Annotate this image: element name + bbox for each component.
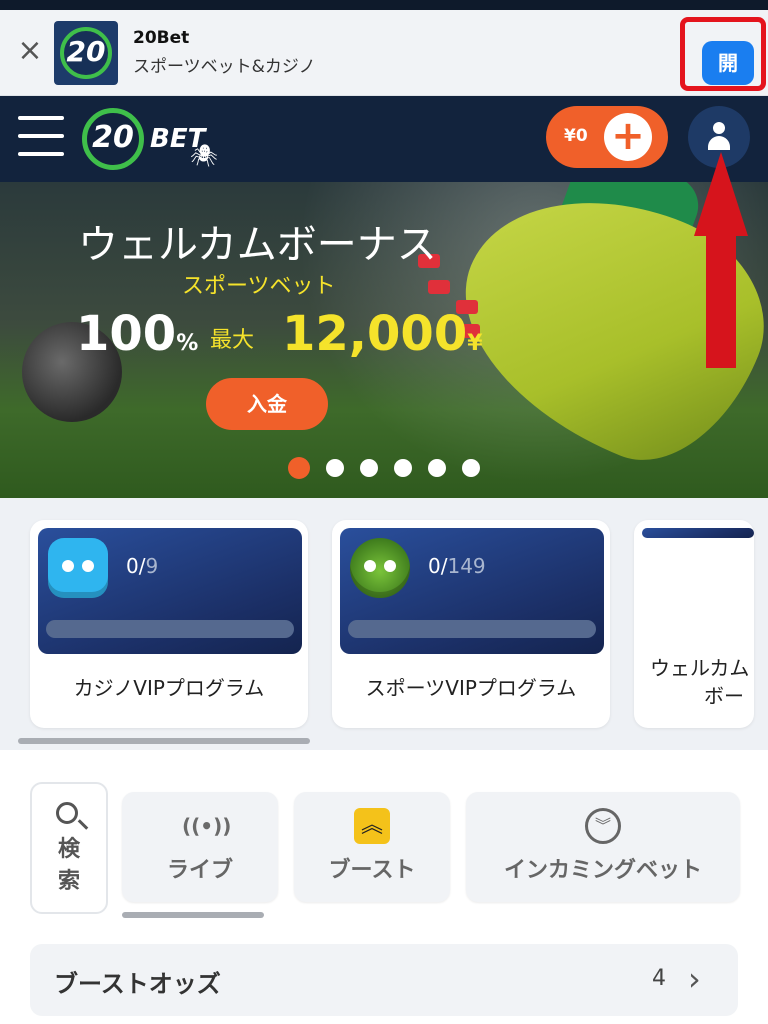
carousel-dot[interactable]	[462, 459, 480, 477]
max-label: 最大	[210, 328, 255, 353]
vip-programs-carousel: 0/9 カジノVIPプログラム 0/149 スポーツVIPプログラム ウェルカム…	[0, 498, 768, 750]
carousel-dot[interactable]	[360, 459, 378, 477]
boosted-odds-count: 4	[652, 966, 666, 991]
search-label: 検 索	[32, 834, 106, 898]
boosted-odds-row[interactable]: ブーストオッズ 4 ›	[30, 944, 738, 1016]
open-button-highlight	[680, 17, 766, 91]
bonus-percent: 100%	[76, 306, 198, 362]
carousel-dot[interactable]	[428, 459, 446, 477]
boosted-odds-title: ブーストオッズ	[54, 970, 221, 998]
hamburger-menu-icon[interactable]	[18, 116, 64, 158]
close-icon[interactable]: ×	[14, 35, 46, 67]
red-arrow-head	[694, 152, 748, 236]
vip-progress-done: 0	[126, 554, 139, 578]
app-install-banner: × 20 20Bet スポーツベット&カジノ 開	[0, 10, 768, 96]
hero-subtitle: スポーツベット	[182, 274, 336, 299]
balance-amount: ¥0	[564, 126, 588, 146]
incoming-chevron-icon: ︾	[585, 808, 621, 844]
vip-progress-bar	[46, 620, 294, 638]
vip-progress-total: 149	[447, 554, 486, 578]
user-icon-head	[713, 122, 725, 134]
tab-live[interactable]: ((•)) ライブ	[122, 792, 278, 902]
tab-scroll-indicator	[122, 912, 264, 918]
search-label-line2: 索	[57, 869, 80, 894]
bonus-amount-value: 12,000	[282, 306, 468, 362]
app-icon-text: 20	[66, 35, 106, 68]
vip-progress-total: 9	[145, 554, 159, 578]
status-strip	[0, 0, 768, 10]
red-arrow-shaft	[706, 232, 736, 368]
boot-stud	[428, 280, 450, 294]
welcome-bonus-card-label: ウェルカム ボー	[650, 654, 768, 710]
robot-mascot-icon	[48, 538, 108, 598]
vip-card-panel	[642, 528, 754, 538]
carousel-dot[interactable]	[288, 457, 310, 479]
vip-progress: 0/149	[428, 554, 486, 578]
tab-label: インカミングベット	[503, 858, 702, 883]
frog-mascot-icon	[350, 538, 410, 598]
vip-card-label: カジノVIPプログラム	[73, 676, 265, 700]
bonus-amount: 12,000¥	[282, 306, 483, 362]
live-signal-icon: ((•))	[182, 814, 232, 838]
vip-card-panel: 0/9	[38, 528, 302, 654]
vip-card-panel: 0/149	[340, 528, 604, 654]
site-logo[interactable]: 20 BET 🕷	[82, 104, 222, 174]
bonus-percent-value: 100	[76, 306, 177, 362]
banner-app-title: 20Bet	[133, 28, 190, 48]
welcome-bonus-card[interactable]: ウェルカム ボー	[634, 520, 754, 728]
search-label-line1: 検	[57, 837, 80, 862]
boost-chevrons-icon: ︽	[354, 808, 390, 844]
sports-content: 検 索 ((•)) ライブ ︽ ブースト ︾ インカミングベット ブーストオッズ…	[0, 750, 768, 1024]
vip-card-label: スポーツVIPプログラム	[365, 676, 577, 700]
welcome-label-line2: ボー	[704, 684, 744, 708]
user-icon-body	[708, 136, 730, 150]
vip-progress-done: 0	[428, 554, 441, 578]
carousel-dot[interactable]	[394, 459, 412, 477]
tab-boost[interactable]: ︽ ブースト	[294, 792, 450, 902]
welcome-bonus-banner[interactable]: ウェルカムボーナス スポーツベット 100% 最大 12,000¥ 入金	[0, 182, 768, 498]
hero-title: ウェルカムボーナス	[78, 222, 437, 268]
banner-app-subtitle: スポーツベット&カジノ	[133, 57, 316, 77]
add-funds-icon[interactable]: +	[604, 113, 652, 161]
carousel-scroll-indicator	[18, 738, 310, 744]
bonus-amount-unit: ¥	[467, 331, 483, 356]
deposit-button[interactable]: 入金	[206, 378, 328, 430]
carousel-dot[interactable]	[326, 459, 344, 477]
spider-icon: 🕷	[190, 144, 218, 169]
carousel-dots	[288, 457, 480, 479]
vip-progress-bar	[348, 620, 596, 638]
chevron-right-icon: ›	[688, 960, 701, 998]
casino-vip-card[interactable]: 0/9 カジノVIPプログラム	[30, 520, 308, 728]
tab-incoming-bets[interactable]: ︾ インカミングベット	[466, 792, 740, 902]
tab-label: ライブ	[166, 858, 233, 883]
app-icon: 20	[54, 21, 118, 85]
welcome-label-line1: ウェルカム	[650, 656, 750, 680]
balance-button[interactable]: ¥0 +	[546, 106, 668, 168]
bonus-percent-unit: %	[176, 331, 199, 356]
vip-progress: 0/9	[126, 554, 159, 578]
search-icon	[56, 802, 78, 824]
logo-number: 20	[92, 120, 134, 155]
sports-vip-card[interactable]: 0/149 スポーツVIPプログラム	[332, 520, 610, 728]
tab-label: ブースト	[328, 858, 416, 883]
search-button[interactable]: 検 索	[30, 782, 108, 914]
